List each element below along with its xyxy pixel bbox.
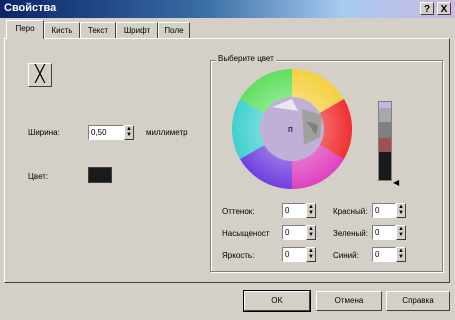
brightness-pointer-icon[interactable]: ◀ (393, 178, 399, 187)
green-label: Зеленый: (333, 229, 368, 238)
tab-font[interactable]: Шрифт (116, 22, 158, 38)
tab-pen[interactable]: Перо (6, 20, 44, 39)
red-label: Красный: (333, 207, 368, 216)
blue-input[interactable]: 0 (372, 247, 396, 262)
window-title: Свойства (4, 2, 57, 14)
title-bar[interactable] (0, 0, 455, 18)
wheel-center-marker: п (288, 124, 293, 134)
hue-input[interactable]: 0 (282, 203, 306, 218)
width-label: Ширина: (28, 128, 60, 137)
help-title-button[interactable]: ? (420, 2, 434, 15)
width-input[interactable]: 0,50 (88, 125, 124, 140)
ok-button[interactable]: OK (243, 290, 311, 312)
color-group-label: Выберите цвет (216, 54, 276, 63)
red-input[interactable]: 0 (372, 203, 396, 218)
saturation-spinner[interactable]: ▲ ▼ (306, 225, 316, 240)
blue-label: Синий: (333, 251, 359, 260)
help-button[interactable]: Справка (386, 291, 450, 311)
swatch-light-gray (379, 108, 391, 122)
swatch-gray (379, 122, 391, 138)
brightness-label: Яркость: (222, 251, 255, 260)
pen-style-button[interactable]: ╳ (28, 63, 52, 87)
brightness-bar[interactable] (378, 101, 392, 181)
tab-field[interactable]: Поле (158, 22, 190, 38)
brightness-input[interactable]: 0 (282, 247, 306, 262)
width-spinner[interactable]: ▲ ▼ (124, 125, 134, 140)
saturation-input[interactable]: 0 (282, 225, 306, 240)
hue-label: Оттенок: (222, 207, 255, 216)
green-input[interactable]: 0 (372, 225, 396, 240)
hue-spinner[interactable]: ▲ ▼ (306, 203, 316, 218)
pen-color-button[interactable] (88, 167, 112, 183)
blue-spinner[interactable]: ▲ ▼ (396, 247, 406, 262)
cancel-button[interactable]: Отмена (316, 291, 382, 311)
saturation-label: Насыщеност (222, 229, 270, 238)
close-icon[interactable]: X (437, 2, 451, 15)
swatch-black (379, 152, 391, 180)
color-label: Цвет: (28, 172, 49, 181)
brightness-spinner[interactable]: ▲ ▼ (306, 247, 316, 262)
red-spinner[interactable]: ▲ ▼ (396, 203, 406, 218)
color-wheel[interactable]: п (228, 66, 358, 192)
swatch-red-brown (379, 138, 391, 152)
tab-text[interactable]: Текст (80, 22, 116, 38)
tab-brush[interactable]: Кисть (44, 22, 80, 38)
green-spinner[interactable]: ▲ ▼ (396, 225, 406, 240)
width-unit: миллиметр (146, 128, 188, 137)
